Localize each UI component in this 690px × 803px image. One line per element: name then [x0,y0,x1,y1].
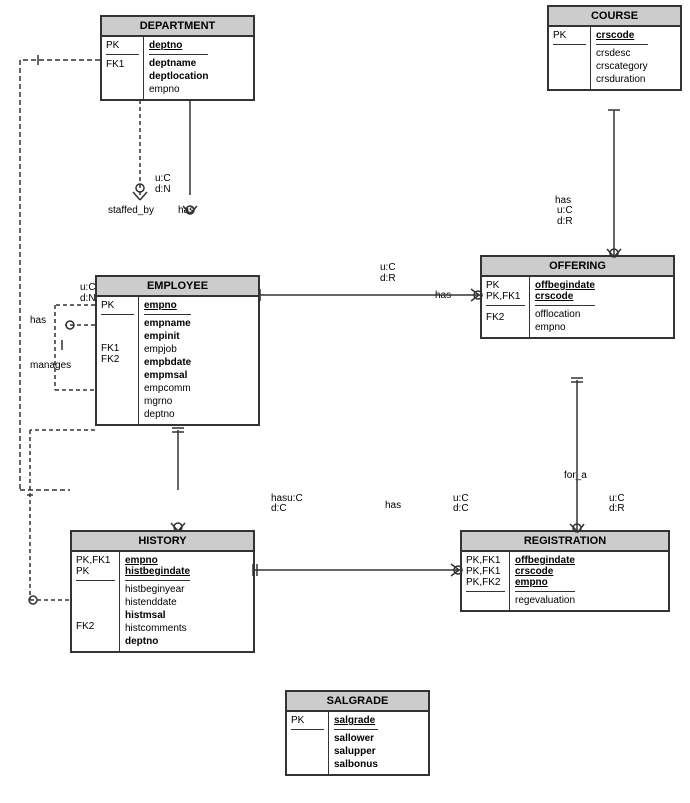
reg-pk-attr1: offbegindate [515,555,575,566]
reg-pk-label: PK,FK1PK,FK1PK,FK2 [466,555,505,592]
has-label-emp-off: has [435,290,451,301]
has-label-dept-emp: has [178,205,194,216]
history-pk2-attr: histbegindate [125,566,190,577]
dc-label5: d:C [453,503,469,514]
has-label-left: has [30,315,46,326]
dept-fk1-label: FK1 [106,59,139,70]
offering-fk2-label: FK2 [486,312,525,323]
emp-attr6: empcomm [144,382,191,395]
history-attr5: deptno [125,635,190,648]
emp-pk-attr: empno [144,300,191,315]
entity-registration: REGISTRATION PK,FK1PK,FK1PK,FK2 offbegin… [460,530,670,612]
uc-label2: u:C [557,205,573,216]
emp-attr5: empmsal [144,369,191,382]
offering-attr1: offlocation [535,308,595,321]
course-attr1: crsdesc [596,47,648,60]
registration-title: REGISTRATION [462,532,668,552]
entity-history: HISTORY PK,FK1PK FK2 empno histbegindate… [70,530,255,653]
offering-pk-label: PKPK,FK1 [486,280,525,306]
offering-title: OFFERING [482,257,673,277]
emp-attr8: deptno [144,408,191,421]
emp-fk2-label: FK2 [101,354,134,365]
dept-attr-loc: deptlocation [149,70,208,83]
hasd-label: d:C [271,503,287,514]
course-attr3: crsduration [596,73,648,86]
salgrade-title: SALGRADE [287,692,428,712]
reg-pk-attr3: empno [515,577,575,588]
uc-label1: u:C [380,262,396,273]
for-a-label: for_a [564,470,587,481]
emp-attr7: mgrno [144,395,191,408]
emp-attr1: empname [144,317,191,330]
entity-salgrade: SALGRADE PK salgrade sallower salupper s… [285,690,430,776]
dept-attr-empno: empno [149,83,208,96]
history-pk1-attr: empno [125,555,190,566]
course-attr2: crscategory [596,60,648,73]
uc-label3: u:C [155,173,171,184]
history-attr1: histbeginyear [125,583,190,596]
dr-label6: d:R [609,503,625,514]
course-pk-label: PK [553,30,586,45]
dn-label2: d:N [80,293,96,304]
uc-label4: u:C [80,282,96,293]
emp-attr3: empjob [144,343,191,356]
emp-attr2: empinit [144,330,191,343]
offering-attr2: empno [535,321,595,334]
entity-offering: OFFERING PKPK,FK1 FK2 offbegindate crsco… [480,255,675,339]
dept-attr-name: deptname [149,57,208,70]
dept-pk-attr: deptno [149,40,208,55]
dn-label: d:N [155,184,171,195]
reg-attr1: regevaluation [515,594,575,607]
department-title: DEPARTMENT [102,17,253,37]
has-label-hist: has [385,500,401,511]
reg-pk-attr2: crscode [515,566,575,577]
course-pk-attr: crscode [596,30,648,45]
entity-course: COURSE PK crscode crsdesc crscategory cr… [547,5,682,91]
dr-label1: d:R [380,273,396,284]
history-fk2-label: FK2 [76,621,115,632]
sal-pk-label: PK [291,715,324,730]
emp-attr4: empbdate [144,356,191,369]
history-attr2: histenddate [125,596,190,609]
diagram-container: DEPARTMENT PK FK1 deptno deptname deptlo… [0,0,690,803]
manages-label: manages [30,360,71,371]
history-attr3: histmsal [125,609,190,622]
sal-attr3: salbonus [334,758,378,771]
history-title: HISTORY [72,532,253,552]
sal-attr1: sallower [334,732,378,745]
dept-pk-label: PK [106,40,139,55]
sal-attr2: salupper [334,745,378,758]
dr-label2: d:R [557,216,573,227]
staffed-by-label: staffed_by [108,205,154,216]
emp-fk1-label: FK1 [101,343,134,354]
emp-pk-label: PK [101,300,134,315]
offering-pk-attr2: crscode [535,291,595,302]
entity-employee: EMPLOYEE PK FK1 FK2 empno empname empini… [95,275,260,426]
history-pk1-label: PK,FK1PK [76,555,115,581]
course-title: COURSE [549,7,680,27]
employee-title: EMPLOYEE [97,277,258,297]
entity-department: DEPARTMENT PK FK1 deptno deptname deptlo… [100,15,255,101]
offering-pk-attr1: offbegindate [535,280,595,291]
history-attr4: histcomments [125,622,190,635]
sal-pk-attr: salgrade [334,715,378,730]
